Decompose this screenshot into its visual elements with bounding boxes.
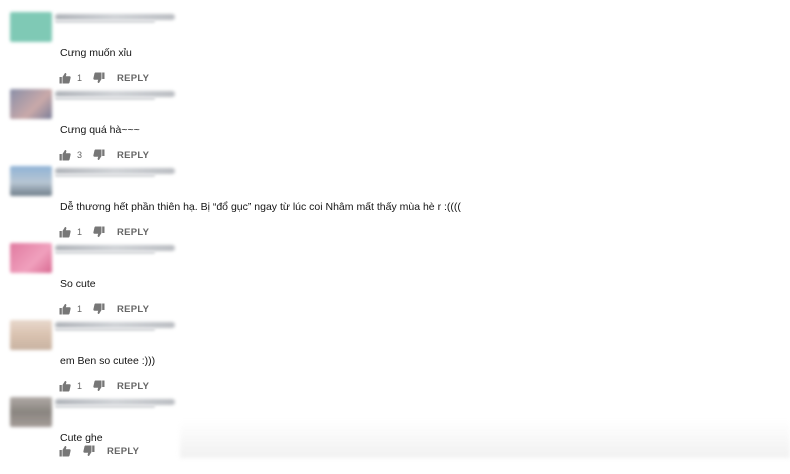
author-name-blurred (55, 174, 155, 177)
thumbs-down-icon[interactable] (93, 303, 105, 315)
author-name-blurred (55, 405, 155, 408)
thumbs-up-icon[interactable] (59, 149, 71, 161)
reply-button[interactable]: REPLY (117, 73, 149, 84)
thumbs-up-icon[interactable] (59, 72, 71, 84)
comment-actions: REPLY (59, 444, 139, 458)
like-count: 3 (77, 150, 83, 160)
comment-item: em Ben so cutee :))) 1 REPLY (0, 320, 790, 397)
comment-text: Cưng muốn xỉu (60, 47, 132, 59)
like-count: 1 (77, 381, 83, 391)
comment-actions: 1 REPLY (59, 302, 149, 316)
thumbs-up-icon[interactable] (59, 226, 71, 238)
like-count: 1 (77, 227, 83, 237)
thumbs-up-icon[interactable] (59, 445, 71, 457)
author-name-blurred (55, 328, 155, 331)
reply-button[interactable]: REPLY (117, 227, 149, 238)
thumbs-down-icon[interactable] (83, 445, 95, 457)
comment-item: Dễ thương hết phần thiên hạ. Bị “đổ gục”… (0, 166, 790, 243)
avatar[interactable] (10, 320, 52, 350)
reply-button[interactable]: REPLY (117, 304, 149, 315)
author-name-blurred (55, 251, 155, 254)
like-count: 1 (77, 73, 83, 83)
comment-text: Dễ thương hết phần thiên hạ. Bị “đổ gục”… (60, 201, 461, 213)
reply-button[interactable]: REPLY (117, 381, 149, 392)
avatar[interactable] (10, 166, 52, 196)
comment-actions: 1 REPLY (59, 225, 149, 239)
thumbs-up-icon[interactable] (59, 303, 71, 315)
author-name-blurred (55, 20, 155, 23)
thumbs-down-icon[interactable] (93, 380, 105, 392)
author-name-blurred (55, 97, 155, 100)
reply-button[interactable]: REPLY (107, 446, 139, 457)
reply-button[interactable]: REPLY (117, 150, 149, 161)
comment-text: So cute (60, 278, 96, 290)
comment-text: Cưng quá hà~~~ (60, 124, 140, 136)
bottom-shadow (180, 420, 790, 458)
comment-text: em Ben so cutee :))) (60, 355, 156, 367)
comment-actions: 3 REPLY (59, 148, 149, 162)
like-count: 1 (77, 304, 83, 314)
avatar[interactable] (10, 89, 52, 119)
avatar[interactable] (10, 12, 52, 42)
comment-actions: 1 REPLY (59, 379, 149, 393)
avatar[interactable] (10, 243, 52, 273)
comment-item: So cute 1 REPLY (0, 243, 790, 320)
avatar[interactable] (10, 397, 52, 427)
thumbs-down-icon[interactable] (93, 72, 105, 84)
thumbs-up-icon[interactable] (59, 380, 71, 392)
comment-actions: 1 REPLY (59, 71, 149, 85)
thumbs-down-icon[interactable] (93, 149, 105, 161)
comment-text: Cute ghe (60, 432, 103, 444)
thumbs-down-icon[interactable] (93, 226, 105, 238)
comment-item: Cưng muốn xỉu 1 REPLY (0, 12, 790, 89)
comment-item: Cưng quá hà~~~ 3 REPLY (0, 89, 790, 166)
